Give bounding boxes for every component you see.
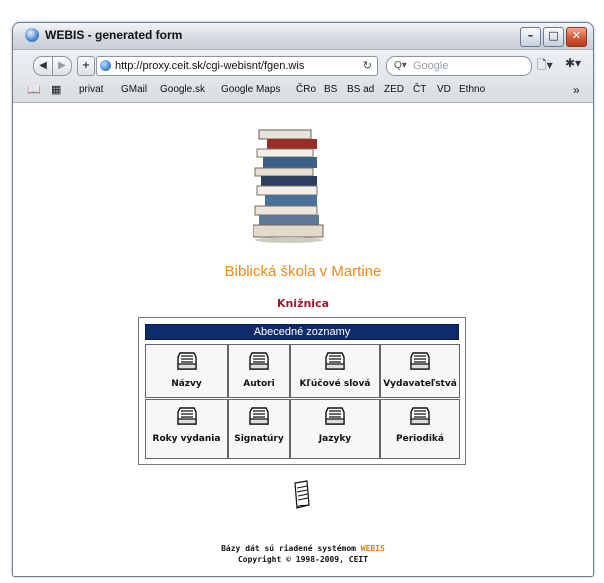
bookmark-google-sk[interactable]: Google.sk [160,80,205,100]
add-bookmark-button[interactable]: + [77,56,95,76]
cell-label: Periodiká [396,434,444,444]
cell-label: Jazyky [318,434,352,444]
page-menu-icon[interactable]: 🗋▾ [537,56,553,77]
card-file-icon [249,352,269,370]
bookmark-zed[interactable]: ZED [384,80,404,100]
autori-button[interactable]: Autori [228,344,290,398]
close-button[interactable]: ✕ [566,27,587,47]
card-file-icon [249,407,269,425]
jazyky-button[interactable]: Jazyky [290,399,380,459]
card-file-icon [410,407,430,425]
alphabetical-lists-panel: Abecedné zoznamy Názvy Autori Kľúčové sl… [138,317,466,465]
card-file-icon [410,352,430,370]
card-file-icon [325,352,345,370]
search-icon: Q▾ [394,60,407,71]
card-file-icon [176,407,197,425]
maximize-button[interactable]: □ [543,27,564,47]
footer-prefix: Bázy dát sú riadené systémom [221,544,356,553]
page-content: Biblická škola v Martine Knižnica Abeced… [13,103,593,576]
window-controls: – □ ✕ [518,27,587,47]
back-button[interactable]: ◀ [33,56,53,76]
browser-icon [25,28,39,42]
nazvy-button[interactable]: Názvy [145,344,228,398]
title-bar[interactable]: WEBIS - generated form – □ ✕ [13,23,593,50]
webis-link[interactable]: WEBIS [361,544,385,553]
signatury-button[interactable]: Signatúry [228,399,290,459]
cell-label: Kľúčové slová [299,379,371,389]
url-text: http://proxy.ceit.sk/cgi-webisnt/fgen.wi… [115,60,305,72]
search-placeholder: Google [413,60,449,72]
more-bookmarks-icon[interactable]: » [573,80,580,100]
bookmark-ct[interactable]: ČT [413,80,426,100]
cell-label: Roky vydania [152,434,221,444]
gear-icon[interactable]: ✱▾ [565,56,581,70]
bookmarks-bar: 📖 ▦ privat GMail Google.sk Google Maps Č… [13,80,593,100]
address-bar[interactable]: http://proxy.ceit.sk/cgi-webisnt/fgen.wi… [96,56,378,76]
footer-systems: Bázy dát sú riadené systémom WEBIS [13,544,593,553]
klucove-slova-button[interactable]: Kľúčové slová [290,344,380,398]
bookmark-gmail[interactable]: GMail [121,80,147,100]
roky-vydania-button[interactable]: Roky vydania [145,399,228,459]
browser-window: WEBIS - generated form – □ ✕ ◀ ▶ + http:… [12,22,594,577]
bookmark-google-maps[interactable]: Google Maps [221,80,280,100]
bookmark-ethno[interactable]: Ethno [459,80,485,100]
search-input[interactable]: Q▾ Google [386,56,532,76]
cell-label: Autori [243,379,275,389]
globe-icon [100,60,111,71]
bookmark-vd[interactable]: VD [437,80,451,100]
periodika-button[interactable]: Periodiká [380,399,460,459]
bookmark-bs-ad[interactable]: BS ad [347,80,374,100]
cell-label: Signatúry [234,434,284,444]
card-file-icon [325,407,345,425]
document-link-icon[interactable] [293,480,311,510]
bookmark-bs[interactable]: BS [324,80,337,100]
vydavatelstva-button[interactable]: Vydavateľstvá [380,344,460,398]
reload-icon[interactable]: ↻ [363,57,372,75]
bookmark-privat[interactable]: privat [79,80,103,100]
library-title: Knižnica [276,297,330,310]
cell-label: Názvy [171,379,202,389]
cell-label: Vydavateľstvá [383,379,457,389]
forward-button[interactable]: ▶ [52,56,72,76]
minimize-button[interactable]: – [520,27,541,47]
top-sites-grid-icon[interactable]: ▦ [51,80,61,100]
books-stack-image [253,129,324,243]
browser-toolbar: ◀ ▶ + http://proxy.ceit.sk/cgi-webisnt/f… [13,50,593,103]
window-title: WEBIS - generated form [45,28,183,42]
book-icon[interactable]: 📖 [27,80,41,100]
section-header: Abecedné zoznamy [145,324,459,340]
copyright: Copyright © 1998-2009, CEIT [237,555,369,564]
bookmark-cro[interactable]: ČRo [296,80,316,100]
school-name: Biblická škola v Martine [224,263,382,280]
card-file-icon [176,352,197,370]
